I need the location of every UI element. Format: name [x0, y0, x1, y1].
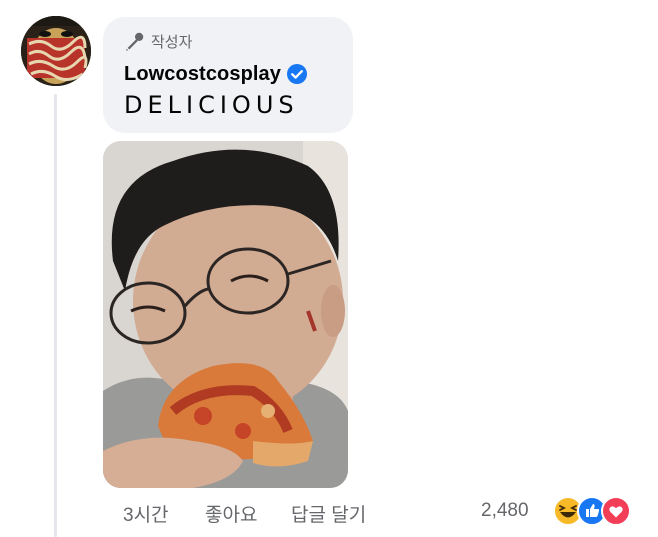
- avatar-image: [21, 16, 91, 86]
- reaction-count[interactable]: 2,480: [481, 500, 529, 522]
- comment-photo[interactable]: [103, 141, 348, 488]
- comment-actions: 3시간 좋아요 답글 달기 2,480: [103, 496, 643, 527]
- like-button[interactable]: 좋아요: [205, 500, 257, 527]
- author-name[interactable]: Lowcostcosplay: [124, 63, 281, 86]
- author-badge: 작성자: [124, 29, 333, 53]
- comment-time[interactable]: 3시간: [123, 500, 169, 527]
- love-icon: [601, 496, 631, 526]
- author-badge-label: 작성자: [151, 33, 193, 51]
- reaction-icons[interactable]: [553, 496, 643, 526]
- comment-text: DELICIOUS: [124, 91, 299, 119]
- microphone-icon: [126, 32, 144, 51]
- photo-image: [103, 141, 348, 488]
- avatar[interactable]: [21, 16, 91, 86]
- thread-line: [54, 94, 57, 537]
- comment-bubble: 작성자 Lowcostcosplay DELICIOUS: [103, 17, 353, 133]
- verified-icon: [287, 64, 307, 84]
- reply-button[interactable]: 답글 달기: [291, 500, 366, 527]
